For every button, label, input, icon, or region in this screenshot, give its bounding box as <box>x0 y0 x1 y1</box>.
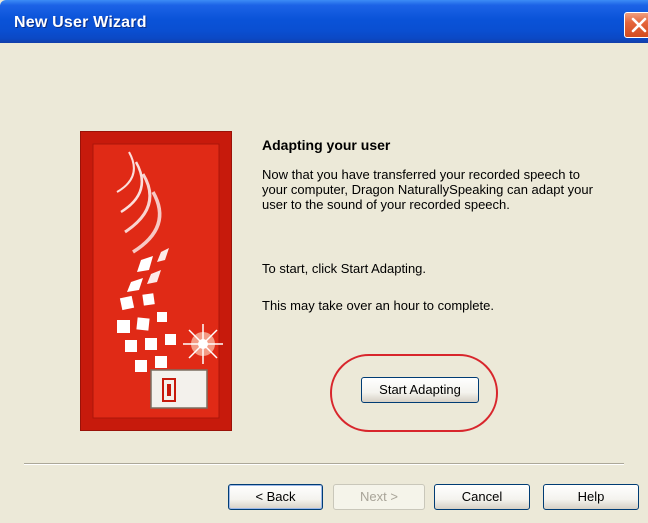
help-button[interactable]: Help <box>543 484 639 510</box>
window-title: New User Wizard <box>14 14 147 31</box>
close-icon <box>631 17 647 33</box>
footer-separator <box>24 463 624 465</box>
back-button[interactable]: < Back <box>228 484 323 510</box>
step-heading: Adapting your user <box>262 137 391 153</box>
next-button: Next > <box>333 484 425 510</box>
new-user-wizard-window: New User Wizard Adapting your user Now t… <box>0 0 648 523</box>
close-button[interactable] <box>624 12 648 38</box>
description-text: Now that you have transferred your recor… <box>262 167 593 212</box>
start-adapting-button[interactable]: Start Adapting <box>361 377 479 403</box>
instruction-text: To start, click Start Adapting. <box>262 261 427 276</box>
title-bar[interactable]: New User Wizard <box>0 0 648 43</box>
wizard-illustration <box>80 131 232 431</box>
duration-note: This may take over an hour to complete. <box>262 298 494 313</box>
cancel-button[interactable]: Cancel <box>434 484 530 510</box>
dragon-wizard-graphic <box>92 143 223 419</box>
